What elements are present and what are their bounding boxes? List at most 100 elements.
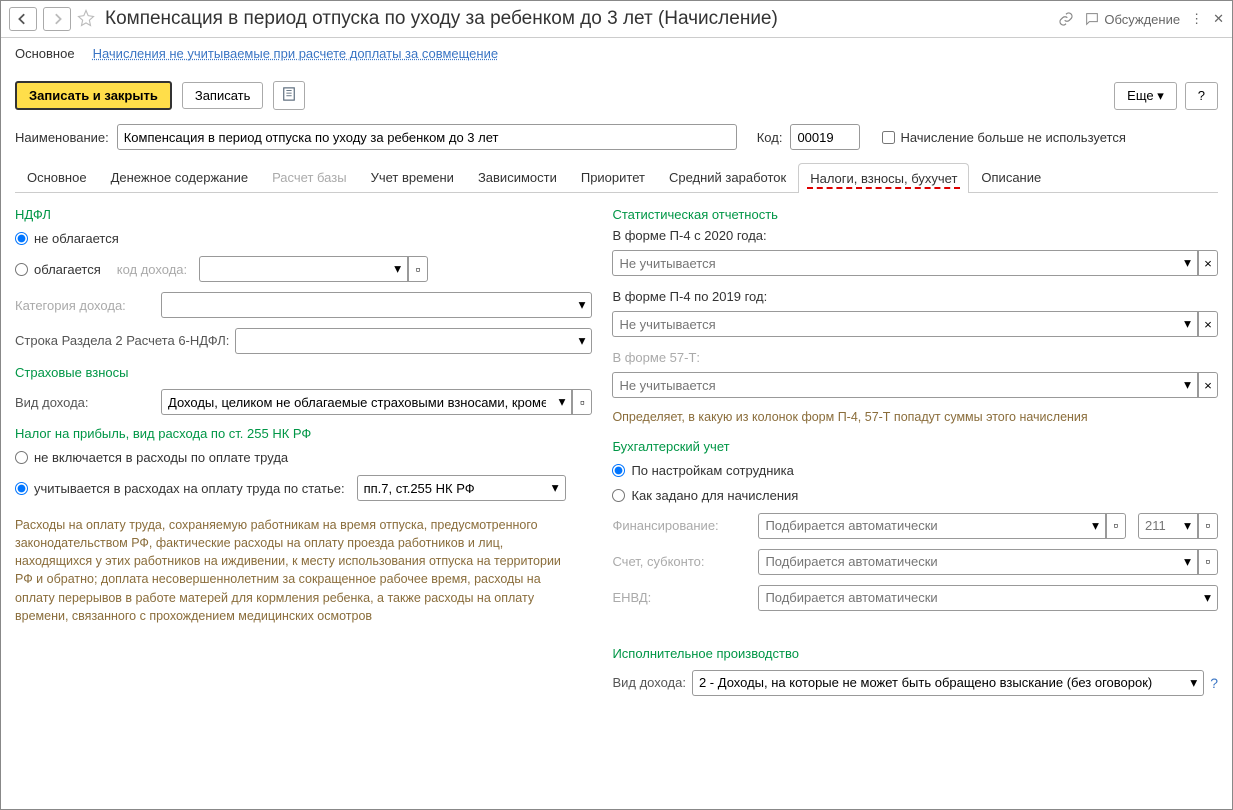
toolbar: Записать и закрыть Записать Еще ▾ ? [1,67,1232,120]
ndfl-radio-taxed[interactable] [15,263,28,276]
back-button[interactable] [9,7,37,31]
help-button[interactable]: ? [1185,82,1218,110]
star-icon[interactable] [77,9,95,30]
tab-raschet-bazy[interactable]: Расчет базы [260,162,359,192]
buh-label-bystaff: По настройкам сотрудника [631,463,793,478]
save-button[interactable]: Записать [182,82,264,109]
stat-title: Статистическая отчетность [612,207,1218,222]
main-tabs: Основное Денежное содержание Расчет базы… [15,162,1218,193]
tab-nalogi[interactable]: Налоги, взносы, бухучет [798,163,969,193]
ndfl-title: НДФЛ [15,207,592,222]
exec-kind-dropdown[interactable]: ▾ [1184,670,1204,696]
exec-kind-input[interactable] [692,670,1184,696]
nav-tabs: Основное Начисления не учитываемые при р… [1,38,1232,67]
account-label: Счет, субконто: [612,554,752,569]
code-income-open[interactable]: ▫ [408,256,428,282]
profit-article-input[interactable] [357,475,546,501]
category-income-input[interactable] [161,292,572,318]
account-input[interactable] [758,549,1178,575]
row2-dropdown[interactable]: ▾ [572,328,592,354]
p4-2019-label: В форме П-4 по 2019 год: [612,289,1218,304]
code-income-label: код дохода: [117,262,187,277]
p57t-label: В форме 57-Т: [612,350,1218,365]
profit-radio-include[interactable] [15,482,28,495]
tab-uchet-vremeni[interactable]: Учет времени [359,162,466,192]
notused-label: Начисление больше не используется [900,130,1125,145]
insurance-kind-open[interactable]: ▫ [572,389,592,415]
category-income-dropdown[interactable]: ▾ [572,292,592,318]
tab-prioritet[interactable]: Приоритет [569,162,657,192]
name-label: Наименование: [15,130,109,145]
profit-title: Налог на прибыль, вид расхода по ст. 255… [15,426,592,441]
envd-input[interactable] [758,585,1198,611]
kosgu-dropdown[interactable]: ▾ [1178,513,1198,539]
p57t-dropdown[interactable]: ▾ [1178,372,1198,398]
code-input[interactable] [790,124,860,150]
envd-dropdown[interactable]: ▾ [1198,585,1218,611]
p4-2020-label: В форме П-4 с 2020 года: [612,228,1218,243]
kosgu-input[interactable] [1138,513,1178,539]
close-icon[interactable]: ✕ [1213,11,1224,27]
p4-2020-input[interactable] [612,250,1178,276]
category-income-label: Категория дохода: [15,298,155,313]
nav-tab-main[interactable]: Основное [15,46,75,67]
envd-label: ЕНВД: [612,590,752,605]
account-open[interactable]: ▫ [1198,549,1218,575]
ndfl-label-notaxed: не облагается [34,231,119,246]
row2-input[interactable] [235,328,572,354]
report-button[interactable] [273,81,305,110]
insurance-kind-input[interactable] [161,389,552,415]
titlebar: Компенсация в период отпуска по уходу за… [1,1,1232,38]
profit-article-dropdown[interactable]: ▾ [546,475,566,501]
financing-open[interactable]: ▫ [1106,513,1126,539]
discussion-button[interactable]: Обсуждение [1084,11,1180,27]
profit-label-include: учитывается в расходах на оплату труда п… [34,481,345,496]
p4-2020-clear[interactable]: × [1198,250,1218,276]
tab-osnovnoe[interactable]: Основное [15,162,99,192]
code-income-dropdown[interactable]: ▾ [388,256,408,282]
tab-denezhnoe[interactable]: Денежное содержание [99,162,260,192]
link-icon[interactable] [1058,11,1074,27]
account-dropdown[interactable]: ▾ [1178,549,1198,575]
p4-2019-input[interactable] [612,311,1178,337]
p4-2020-dropdown[interactable]: ▾ [1178,250,1198,276]
kosgu-open[interactable]: ▫ [1198,513,1218,539]
insurance-kind-label: Вид дохода: [15,395,155,410]
buh-radio-bycharge[interactable] [612,489,625,502]
buh-label-bycharge: Как задано для начисления [631,488,798,503]
profit-label-noinclude: не включается в расходы по оплате труда [34,450,288,465]
tab-opisanie[interactable]: Описание [969,162,1053,192]
exec-kind-label: Вид дохода: [612,675,686,691]
p57t-clear[interactable]: × [1198,372,1218,398]
p57t-input[interactable] [612,372,1178,398]
row2-label: Строка Раздела 2 Расчета 6-НДФЛ: [15,333,229,349]
nav-tab-link1[interactable]: Начисления не учитываемые при расчете до… [93,46,499,67]
kebab-icon[interactable]: ⋮ [1190,11,1203,27]
window-title: Компенсация в период отпуска по уходу за… [105,8,1052,30]
p4-2019-dropdown[interactable]: ▾ [1178,311,1198,337]
financing-input[interactable] [758,513,1086,539]
ndfl-radio-notaxed[interactable] [15,232,28,245]
notused-checkbox[interactable] [882,131,895,144]
insurance-kind-dropdown[interactable]: ▾ [552,389,572,415]
insurance-title: Страховые взносы [15,365,592,380]
exec-help-icon[interactable]: ? [1210,675,1218,691]
financing-dropdown[interactable]: ▾ [1086,513,1106,539]
tab-sredniy[interactable]: Средний заработок [657,162,798,192]
name-input[interactable] [117,124,737,150]
buh-radio-bystaff[interactable] [612,464,625,477]
p4-2019-clear[interactable]: × [1198,311,1218,337]
profit-radio-noinclude[interactable] [15,451,28,464]
chevron-down-icon: ▾ [1157,88,1164,103]
exec-title: Исполнительное производство [612,646,1218,661]
profit-helptext: Расходы на оплату труда, сохраняемую раб… [15,516,592,625]
forward-button[interactable] [43,7,71,31]
name-row: Наименование: Код: Начисление больше не … [1,120,1232,154]
more-button[interactable]: Еще ▾ [1114,82,1177,110]
stat-hint: Определяет, в какую из колонок форм П-4,… [612,409,1218,427]
ndfl-label-taxed: облагается [34,262,101,277]
buh-title: Бухгалтерский учет [612,439,1218,454]
code-income-input[interactable] [199,256,388,282]
tab-zavisimosti[interactable]: Зависимости [466,162,569,192]
save-close-button[interactable]: Записать и закрыть [15,81,172,110]
